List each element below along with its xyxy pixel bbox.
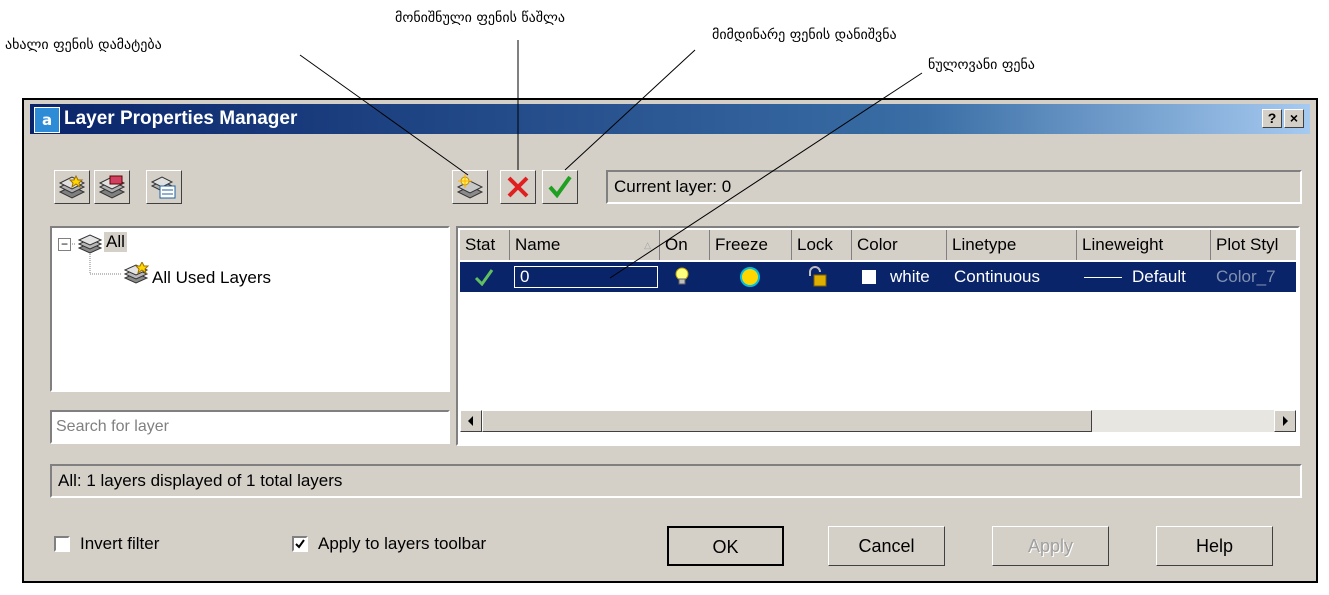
search-placeholder: Search for layer <box>56 418 169 435</box>
column-header-plot-style[interactable]: Plot Styl <box>1211 230 1296 260</box>
column-header-name[interactable]: Name △ <box>510 230 660 260</box>
new-layer-button[interactable] <box>452 170 488 204</box>
new-group-filter-button[interactable] <box>94 170 130 204</box>
annotation-new-layer: ახალი ფენის დამატება <box>5 37 162 53</box>
set-current-button[interactable] <box>542 170 578 204</box>
sun-thawed-icon[interactable] <box>738 266 762 288</box>
checkmark-icon <box>548 175 572 199</box>
color-swatch[interactable] <box>862 270 876 284</box>
column-header-name-label: Name <box>515 235 561 254</box>
window-title: Layer Properties Manager <box>64 108 298 129</box>
scroll-right-button[interactable] <box>1274 410 1296 432</box>
sort-ascending-icon: △ <box>644 240 651 250</box>
column-header-freeze[interactable]: Freeze <box>710 230 792 260</box>
grid-header: Stat Name △ On Freeze Lock Color Linetyp… <box>460 230 1296 260</box>
invert-filter-checkbox[interactable] <box>54 536 70 552</box>
app-icon: a <box>34 107 60 133</box>
apply-to-toolbar-checkbox[interactable] <box>292 536 308 552</box>
filter-tree-panel: − All All Used Layers <box>50 226 450 392</box>
column-header-color[interactable]: Color <box>852 230 947 260</box>
layers-group-icon <box>98 175 126 199</box>
layers-star-icon <box>58 174 86 199</box>
layer-color-name[interactable]: white <box>890 262 930 292</box>
delete-layer-button[interactable] <box>500 170 536 204</box>
help-title-button[interactable]: ? <box>1262 109 1282 128</box>
arrow-right-icon <box>1283 416 1288 426</box>
layer-states-icon <box>150 176 176 199</box>
column-header-lineweight[interactable]: Lineweight <box>1077 230 1211 260</box>
help-button[interactable]: Help <box>1156 526 1273 566</box>
status-bar: All: 1 layers displayed of 1 total layer… <box>50 464 1302 498</box>
layer-linetype[interactable]: Continuous <box>954 262 1040 292</box>
scroll-left-button[interactable] <box>460 410 482 432</box>
ok-button[interactable]: OK <box>667 526 784 566</box>
table-row[interactable]: 0 white Continuous Default Color_7 <box>460 262 1296 292</box>
new-layer-icon <box>456 174 484 199</box>
scroll-thumb[interactable] <box>482 410 1092 432</box>
checkbox-check-icon <box>295 539 305 549</box>
lineweight-line <box>1084 277 1122 278</box>
current-layer-display: Current layer: 0 <box>606 170 1302 204</box>
new-property-filter-button[interactable] <box>54 170 90 204</box>
cancel-button[interactable]: Cancel <box>828 526 945 566</box>
apply-button[interactable]: Apply <box>992 526 1109 566</box>
layers-icon <box>78 234 102 254</box>
annotation-set-current: მიმდინარე ფენის დანიშვნა <box>712 27 897 43</box>
invert-filter-label: Invert filter <box>80 534 160 553</box>
apply-to-toolbar-label: Apply to layers toolbar <box>318 534 487 553</box>
horizontal-scrollbar[interactable] <box>460 410 1296 432</box>
layer-lineweight[interactable]: Default <box>1132 262 1186 292</box>
layer-name-edit[interactable]: 0 <box>514 266 658 288</box>
layer-states-manager-button[interactable] <box>146 170 182 204</box>
annotation-delete-layer: მონიშნული ფენის წაშლა <box>395 10 565 26</box>
search-input[interactable]: Search for layer <box>50 410 450 444</box>
layer-plot-style: Color_7 <box>1216 267 1276 286</box>
annotation-zero-layer: ნულოვანი ფენა <box>928 57 1035 73</box>
current-status-check-icon <box>474 269 494 286</box>
arrow-left-icon <box>468 416 473 426</box>
title-bar[interactable]: a Layer Properties Manager ? × <box>30 104 1310 134</box>
column-header-linetype[interactable]: Linetype <box>947 230 1077 260</box>
delete-x-icon <box>507 176 529 198</box>
layer-name: 0 <box>520 267 530 286</box>
lightbulb-on-icon[interactable] <box>673 267 691 287</box>
tree-node-all[interactable]: All <box>104 232 127 252</box>
layer-properties-dialog: a Layer Properties Manager ? × Current l… <box>22 98 1318 583</box>
layer-list-grid: Stat Name △ On Freeze Lock Color Linetyp… <box>456 226 1300 446</box>
unlocked-padlock-icon[interactable] <box>806 266 828 288</box>
close-button[interactable]: × <box>1284 109 1304 128</box>
tree-node-all-used-layers[interactable]: All Used Layers <box>152 268 271 288</box>
column-header-lock[interactable]: Lock <box>792 230 852 260</box>
used-layers-icon <box>124 262 150 284</box>
column-header-status[interactable]: Stat <box>460 230 510 260</box>
column-header-on[interactable]: On <box>660 230 710 260</box>
